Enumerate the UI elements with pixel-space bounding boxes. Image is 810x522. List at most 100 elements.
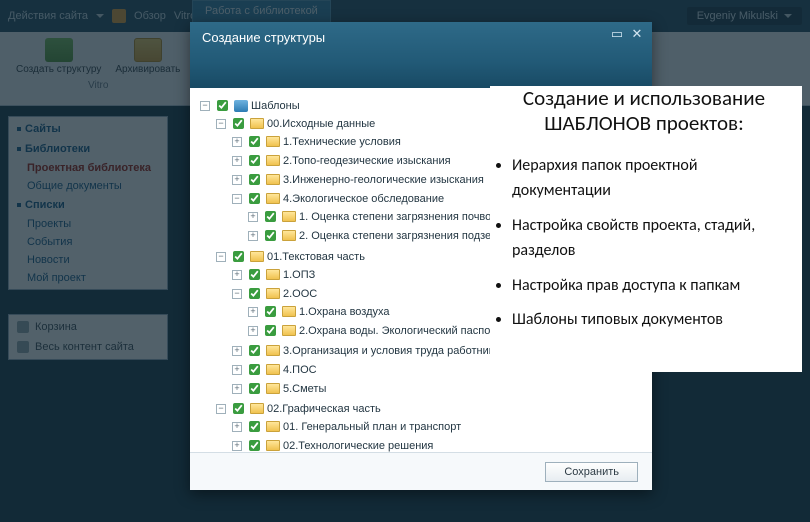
expand-toggle[interactable]: − — [200, 101, 210, 111]
tree-label[interactable]: 1.Технические условия — [283, 136, 401, 148]
tree-label[interactable]: 3.Инженерно-геологические изыскания — [283, 174, 484, 186]
dialog-close-button[interactable]: ✕ — [630, 28, 644, 40]
tree-label[interactable]: 3.Организация и условия труда работников — [283, 345, 506, 357]
tree-label[interactable]: 01. Генеральный план и транспорт — [283, 421, 461, 433]
save-button[interactable]: Сохранить — [545, 462, 638, 482]
folder-icon — [282, 325, 296, 336]
tree-label[interactable]: 4.Экологическое обследование — [283, 193, 444, 205]
nav-libraries[interactable]: Библиотеки — [9, 139, 167, 159]
nav-news[interactable]: Новости — [9, 251, 167, 269]
expand-toggle[interactable]: + — [232, 384, 242, 394]
nav-project-library[interactable]: Проектная библиотека — [9, 159, 167, 177]
folder-icon — [282, 230, 296, 241]
expand-toggle[interactable]: + — [232, 346, 242, 356]
tree-checkbox[interactable] — [249, 440, 260, 451]
tree-label[interactable]: 00.Исходные данные — [267, 118, 375, 130]
expand-toggle[interactable]: + — [248, 231, 258, 241]
nav-shared-documents[interactable]: Общие документы — [9, 177, 167, 195]
tree-checkbox[interactable] — [233, 118, 244, 129]
tree-checkbox[interactable] — [249, 174, 260, 185]
user-menu[interactable]: Evgeniy Mikulski — [687, 7, 802, 25]
folder-icon — [266, 136, 280, 147]
nav-projects[interactable]: Проекты — [9, 215, 167, 233]
expand-toggle[interactable]: + — [248, 212, 258, 222]
expand-toggle[interactable]: + — [232, 156, 242, 166]
user-name: Evgeniy Mikulski — [697, 10, 778, 22]
tree-checkbox[interactable] — [265, 230, 276, 241]
tree-checkbox[interactable] — [249, 193, 260, 204]
tree-checkbox[interactable] — [249, 136, 260, 147]
tree-label[interactable]: 02.Технологические решения — [283, 440, 433, 452]
browse-tab[interactable]: Обзор — [134, 10, 166, 22]
folder-icon — [266, 174, 280, 185]
tree-label[interactable]: 02.Графическая часть — [267, 403, 381, 415]
folder-icon — [250, 118, 264, 129]
all-content-icon — [17, 341, 29, 353]
tree-label[interactable]: 01.Текстовая часть — [267, 251, 365, 263]
template-tree: − Шаблоны − 00.Исходные данные +1.Техниче… — [200, 96, 642, 452]
expand-toggle[interactable]: − — [216, 404, 226, 414]
tree-checkbox[interactable] — [265, 325, 276, 336]
archive-icon — [134, 38, 162, 62]
folder-icon — [266, 383, 280, 394]
nav-my-project[interactable]: Мой проект — [9, 269, 167, 287]
tree-label[interactable]: 1.ОПЗ — [283, 269, 315, 281]
tree-checkbox[interactable] — [233, 251, 244, 262]
tree-label[interactable]: 1.Охрана воздуха — [299, 306, 390, 318]
folder-icon — [266, 440, 280, 451]
expand-toggle[interactable]: − — [216, 119, 226, 129]
nav-icon — [112, 9, 126, 23]
expand-toggle[interactable]: + — [232, 422, 242, 432]
archive-button[interactable]: Архивировать — [111, 36, 184, 77]
quick-launch: Сайты Библиотеки Проектная библиотека Об… — [8, 116, 168, 290]
archive-label: Архивировать — [115, 64, 180, 75]
tree-label[interactable]: 2.Охрана воды. Экологический паспорт — [299, 325, 501, 337]
tree-checkbox[interactable] — [249, 288, 260, 299]
recycle-bin[interactable]: Корзина — [9, 317, 167, 337]
all-site-content[interactable]: Весь контент сайта — [9, 337, 167, 357]
folder-icon — [266, 193, 280, 204]
tree-checkbox[interactable] — [265, 306, 276, 317]
tree-label[interactable]: 2.ООС — [283, 288, 317, 300]
folder-icon — [250, 251, 264, 262]
expand-toggle[interactable]: + — [232, 137, 242, 147]
nav-events[interactable]: События — [9, 233, 167, 251]
site-actions-menu[interactable]: Действия сайта — [8, 10, 88, 22]
tree-checkbox[interactable] — [249, 155, 260, 166]
dialog-maximize-button[interactable]: ▭ — [610, 28, 624, 40]
tree-checkbox[interactable] — [249, 364, 260, 375]
tree-label[interactable]: 1. Оценка степени загрязнения почвогрунт… — [299, 211, 530, 223]
expand-toggle[interactable]: + — [232, 175, 242, 185]
folder-icon — [266, 288, 280, 299]
tree-checkbox[interactable] — [249, 421, 260, 432]
tree-label[interactable]: 2.Топо-геодезические изыскания — [283, 155, 451, 167]
folder-icon — [266, 155, 280, 166]
tree-checkbox[interactable] — [249, 269, 260, 280]
expand-toggle[interactable]: + — [232, 365, 242, 375]
create-structure-button[interactable]: Создать структуру — [12, 36, 105, 77]
tree-checkbox[interactable] — [265, 211, 276, 222]
create-structure-icon — [45, 38, 73, 62]
tree-label[interactable]: Шаблоны — [251, 100, 300, 112]
contextual-tab[interactable]: Работа с библиотекой — [192, 0, 331, 24]
tree-checkbox[interactable] — [233, 403, 244, 414]
tree-checkbox[interactable] — [249, 383, 260, 394]
nav-sites[interactable]: Сайты — [9, 119, 167, 139]
folder-icon — [266, 345, 280, 356]
expand-toggle[interactable]: − — [232, 194, 242, 204]
tree-checkbox[interactable] — [249, 345, 260, 356]
expand-toggle[interactable]: + — [232, 441, 242, 451]
tree-checkbox[interactable] — [217, 100, 228, 111]
tree-label[interactable]: 2. Оценка степени загрязнения подземных … — [299, 230, 539, 242]
tree-label[interactable]: 5.Сметы — [283, 383, 326, 395]
folder-icon — [282, 211, 296, 222]
folder-icon — [282, 306, 296, 317]
expand-toggle[interactable]: − — [216, 252, 226, 262]
expand-toggle[interactable]: − — [232, 289, 242, 299]
expand-toggle[interactable]: + — [248, 326, 258, 336]
nav-lists[interactable]: Списки — [9, 195, 167, 215]
expand-toggle[interactable]: + — [248, 307, 258, 317]
expand-toggle[interactable]: + — [232, 270, 242, 280]
tree-label[interactable]: 4.ПОС — [283, 364, 317, 376]
dialog-title: Создание структуры — [202, 30, 325, 45]
